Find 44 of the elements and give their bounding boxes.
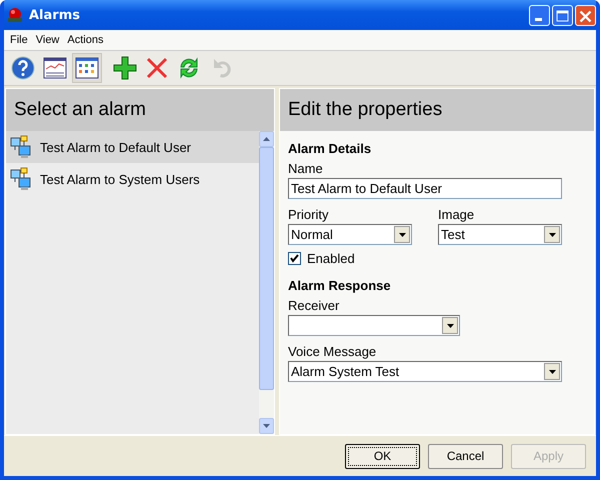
receiver-dropdown[interactable]	[288, 315, 460, 336]
alarm-list-item[interactable]: Test Alarm to Default User	[6, 131, 259, 163]
priority-dropdown[interactable]: Normal	[288, 224, 412, 245]
dialog-button[interactable]: OK	[345, 444, 420, 468]
plus-icon	[112, 55, 138, 81]
caret-icon	[446, 324, 454, 328]
grid-button[interactable]	[72, 53, 102, 83]
section-heading: Alarm Response	[288, 278, 392, 293]
alarm-list-item[interactable]: Test Alarm to System Users	[6, 163, 259, 195]
help-icon	[10, 55, 36, 81]
field-label: Receiver	[288, 298, 340, 313]
alarm-name: Test Alarm to System Users	[40, 172, 200, 186]
window-title: Alarms	[29, 8, 81, 22]
caret-icon	[548, 370, 556, 374]
scroll-down-icon	[263, 424, 270, 428]
menu-item[interactable]: Actions	[63, 33, 108, 47]
grid-icon	[74, 55, 100, 81]
close-button[interactable]	[575, 4, 596, 26]
panel-header: Select an alarm	[6, 89, 274, 131]
dialog-button[interactable]: Cancel	[428, 444, 503, 468]
menu-item[interactable]: View	[32, 33, 64, 47]
alarm-light-icon	[7, 7, 23, 23]
menu-item[interactable]: File	[6, 33, 32, 47]
maximize-button[interactable]	[552, 4, 573, 26]
section-heading: Alarm Details	[288, 141, 372, 156]
checkbox-label: Enabled	[307, 251, 355, 266]
scrollbar[interactable]	[259, 131, 274, 434]
caret-icon	[398, 232, 406, 236]
caret-icon	[548, 232, 556, 236]
minimize-icon	[535, 18, 542, 20]
chart-icon	[42, 55, 68, 81]
field-label: Voice Message	[288, 344, 378, 359]
voice-message-dropdown[interactable]: Alarm System Test	[288, 361, 562, 382]
panel-header: Edit the properties	[280, 89, 594, 131]
enabled-checkbox[interactable]	[288, 252, 301, 265]
field-label: Priority	[288, 207, 330, 222]
alarm-name: Test Alarm to Default User	[40, 140, 191, 154]
scroll-up-icon	[263, 137, 270, 141]
image-dropdown[interactable]: Test	[438, 224, 562, 245]
field-label: Image	[438, 207, 476, 222]
minimize-button[interactable]	[529, 4, 550, 26]
delete-icon	[144, 55, 170, 81]
field-label: Name	[288, 161, 324, 176]
name-field[interactable]: Test Alarm to Default User	[288, 178, 562, 199]
